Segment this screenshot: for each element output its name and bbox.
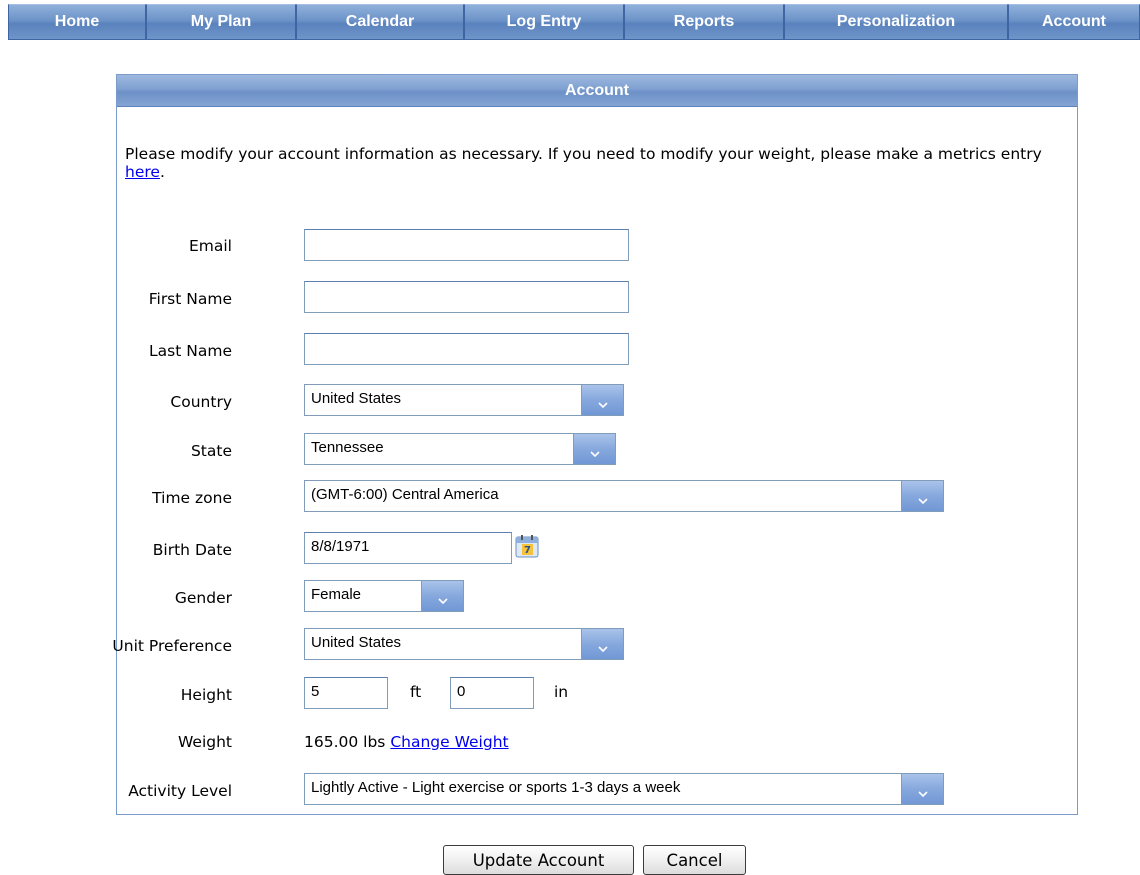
weight-display: 165.00 lbs Change Weight (304, 733, 509, 751)
chevron-down-icon[interactable] (573, 434, 615, 464)
birth-date-field[interactable]: 8/8/1971 (304, 532, 512, 564)
chevron-down-icon[interactable] (581, 385, 623, 415)
metrics-entry-link[interactable]: here (125, 163, 160, 181)
chevron-down-icon[interactable] (901, 481, 943, 511)
time-zone-label: Time zone (152, 489, 232, 507)
nav-tab-reports[interactable]: Reports (624, 4, 784, 40)
state-label: State (190, 442, 232, 460)
email-label: Email (188, 237, 232, 255)
last-name-label: Last Name (149, 342, 232, 360)
main-nav: Home My Plan Calendar Log Entry Reports … (0, 0, 1140, 46)
gender-label: Gender (174, 589, 232, 607)
nav-tab-home[interactable]: Home (8, 4, 146, 40)
unit-preference-label: Unit Preference (112, 637, 232, 655)
height-feet-field[interactable]: 5 (304, 677, 388, 709)
panel-title: Account (117, 75, 1077, 107)
cancel-button[interactable]: Cancel (643, 845, 746, 875)
svg-text:7: 7 (524, 545, 531, 556)
account-panel: Account Please modify your account infor… (112, 74, 1078, 815)
last-name-field[interactable] (304, 333, 629, 365)
chevron-down-icon[interactable] (421, 581, 463, 611)
inches-unit-label: in (554, 683, 569, 701)
country-select[interactable]: United States (304, 384, 624, 416)
state-value: Tennessee (311, 439, 384, 456)
change-weight-link[interactable]: Change Weight (390, 733, 508, 751)
country-value: United States (311, 390, 402, 407)
nav-tab-my-plan[interactable]: My Plan (146, 4, 296, 40)
feet-unit-label: ft (410, 683, 422, 701)
nav-tab-calendar[interactable]: Calendar (296, 4, 464, 40)
country-label: Country (170, 393, 232, 411)
first-name-label: First Name (148, 290, 232, 308)
weight-label: Weight (177, 733, 232, 751)
calendar-icon[interactable]: 7 (515, 534, 539, 562)
unit-preference-value: United States (311, 634, 402, 651)
activity-level-value: Lightly Active - Light exercise or sport… (311, 779, 681, 796)
email-field[interactable] (304, 229, 629, 261)
height-label: Height (180, 686, 232, 704)
state-select[interactable]: Tennessee (304, 433, 616, 465)
first-name-field[interactable] (304, 281, 629, 313)
chevron-down-icon[interactable] (901, 774, 943, 804)
gender-select[interactable]: Female (304, 580, 464, 612)
nav-tab-account[interactable]: Account (1008, 4, 1140, 40)
birth-date-label: Birth Date (152, 541, 232, 559)
time-zone-value: (GMT-6:00) Central America (311, 486, 499, 503)
time-zone-select[interactable]: (GMT-6:00) Central America (304, 480, 944, 512)
update-account-button[interactable]: Update Account (443, 845, 634, 875)
height-inches-field[interactable]: 0 (450, 677, 534, 709)
gender-value: Female (311, 586, 362, 603)
activity-level-select[interactable]: Lightly Active - Light exercise or sport… (304, 773, 944, 805)
activity-level-label: Activity Level (128, 782, 232, 800)
nav-tab-personalization[interactable]: Personalization (784, 4, 1008, 40)
unit-preference-select[interactable]: United States (304, 628, 624, 660)
chevron-down-icon[interactable] (581, 629, 623, 659)
nav-tab-log-entry[interactable]: Log Entry (464, 4, 624, 40)
intro-text: Please modify your account information a… (125, 145, 1042, 181)
weight-value: 165.00 lbs (304, 733, 386, 751)
